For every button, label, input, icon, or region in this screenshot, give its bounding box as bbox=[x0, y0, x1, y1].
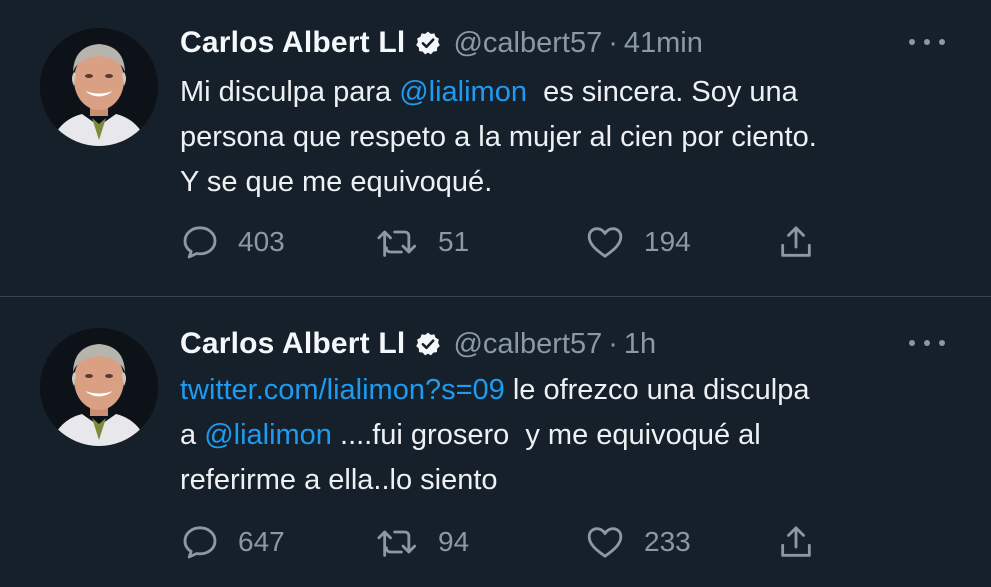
more-dot bbox=[924, 39, 930, 45]
retweet-icon bbox=[376, 222, 420, 262]
like-count: 194 bbox=[644, 226, 691, 257]
retweet-button[interactable]: 94 bbox=[376, 518, 469, 566]
text-segment: es sincera. Soy una bbox=[526, 76, 798, 108]
tweet-2[interactable]: Carlos Albert Ll @calbert57 · 1h twitter… bbox=[0, 297, 991, 587]
tweet-line: twitter.com/lialimon?s=09 le ofrezco una… bbox=[180, 368, 960, 413]
retweet-count: 94 bbox=[438, 526, 470, 557]
tweet-line: referirme a ella..lo siento bbox=[180, 458, 960, 503]
more-options-icon[interactable] bbox=[905, 331, 949, 355]
tweet-text: twitter.com/lialimon?s=09 le ofrezco una… bbox=[180, 368, 960, 503]
avatar[interactable] bbox=[40, 28, 158, 146]
like-count: 233 bbox=[644, 526, 691, 557]
author-name[interactable]: Carlos Albert Ll bbox=[180, 327, 405, 361]
avatar-portrait bbox=[40, 28, 158, 146]
separator-dot: · bbox=[608, 26, 618, 59]
reply-count: 647 bbox=[238, 526, 285, 557]
verified-badge-icon bbox=[415, 331, 441, 357]
share-button[interactable] bbox=[776, 518, 816, 566]
like-button[interactable]: 233 bbox=[584, 518, 691, 566]
share-icon bbox=[776, 522, 816, 562]
reply-button[interactable]: 403 bbox=[180, 218, 285, 266]
text-segment: a bbox=[180, 419, 205, 451]
more-dot bbox=[939, 39, 945, 45]
reply-icon bbox=[180, 522, 220, 562]
retweet-button[interactable]: 51 bbox=[376, 218, 469, 266]
reply-icon bbox=[180, 222, 220, 262]
tweet-line: a @lialimon ....fui grosero y me equivoq… bbox=[180, 413, 960, 458]
url-link[interactable]: twitter.com/lialimon?s=09 bbox=[180, 374, 505, 406]
separator-dot: · bbox=[608, 327, 618, 360]
share-button[interactable] bbox=[776, 218, 816, 266]
timestamp[interactable]: 41min bbox=[624, 27, 703, 60]
tweet-header: Carlos Albert Ll @calbert57 · 1h bbox=[180, 324, 656, 364]
more-dot bbox=[939, 340, 945, 346]
tweet-actions: 647 94 233 bbox=[180, 518, 840, 566]
tweet-text: Mi disculpa para @lialimon es sincera. S… bbox=[180, 70, 960, 205]
like-button[interactable]: 194 bbox=[584, 218, 691, 266]
reply-count: 403 bbox=[238, 226, 285, 257]
avatar-portrait bbox=[40, 328, 158, 446]
mention-link[interactable]: @lialimon bbox=[399, 76, 527, 108]
text-segment: referirme a ella..lo siento bbox=[180, 464, 498, 496]
more-dot bbox=[909, 39, 915, 45]
more-options-icon[interactable] bbox=[905, 30, 949, 54]
retweet-count: 51 bbox=[438, 226, 470, 257]
retweet-icon bbox=[376, 522, 420, 562]
tweet-line: persona que respeto a la mujer al cien p… bbox=[180, 115, 960, 160]
reply-button[interactable]: 647 bbox=[180, 518, 285, 566]
author-handle[interactable]: @calbert57 bbox=[453, 328, 602, 361]
verified-badge-icon bbox=[415, 30, 441, 56]
text-segment: le ofrezco una disculpa bbox=[504, 374, 810, 406]
tweet-header: Carlos Albert Ll @calbert57 · 41min bbox=[180, 23, 703, 63]
mention-link[interactable]: @lialimon bbox=[204, 419, 332, 451]
author-handle[interactable]: @calbert57 bbox=[453, 27, 602, 60]
like-heart-icon bbox=[584, 222, 626, 262]
text-segment: Y se que me equivoqué. bbox=[180, 166, 493, 198]
avatar[interactable] bbox=[40, 328, 158, 446]
text-segment: persona que respeto a la mujer al cien p… bbox=[180, 121, 817, 153]
tweet-1[interactable]: Carlos Albert Ll @calbert57 · 41min Mi d… bbox=[0, 0, 991, 296]
like-heart-icon bbox=[584, 522, 626, 562]
text-segment: ....fui grosero y me equivoqué al bbox=[331, 419, 761, 451]
author-name[interactable]: Carlos Albert Ll bbox=[180, 26, 405, 60]
text-segment: Mi disculpa para bbox=[180, 76, 400, 108]
timestamp[interactable]: 1h bbox=[624, 328, 656, 361]
more-dot bbox=[909, 340, 915, 346]
share-icon bbox=[776, 222, 816, 262]
tweet-line: Y se que me equivoqué. bbox=[180, 160, 960, 205]
more-dot bbox=[924, 340, 930, 346]
tweet-line: Mi disculpa para @lialimon es sincera. S… bbox=[180, 70, 960, 115]
tweet-actions: 403 51 194 bbox=[180, 218, 840, 266]
